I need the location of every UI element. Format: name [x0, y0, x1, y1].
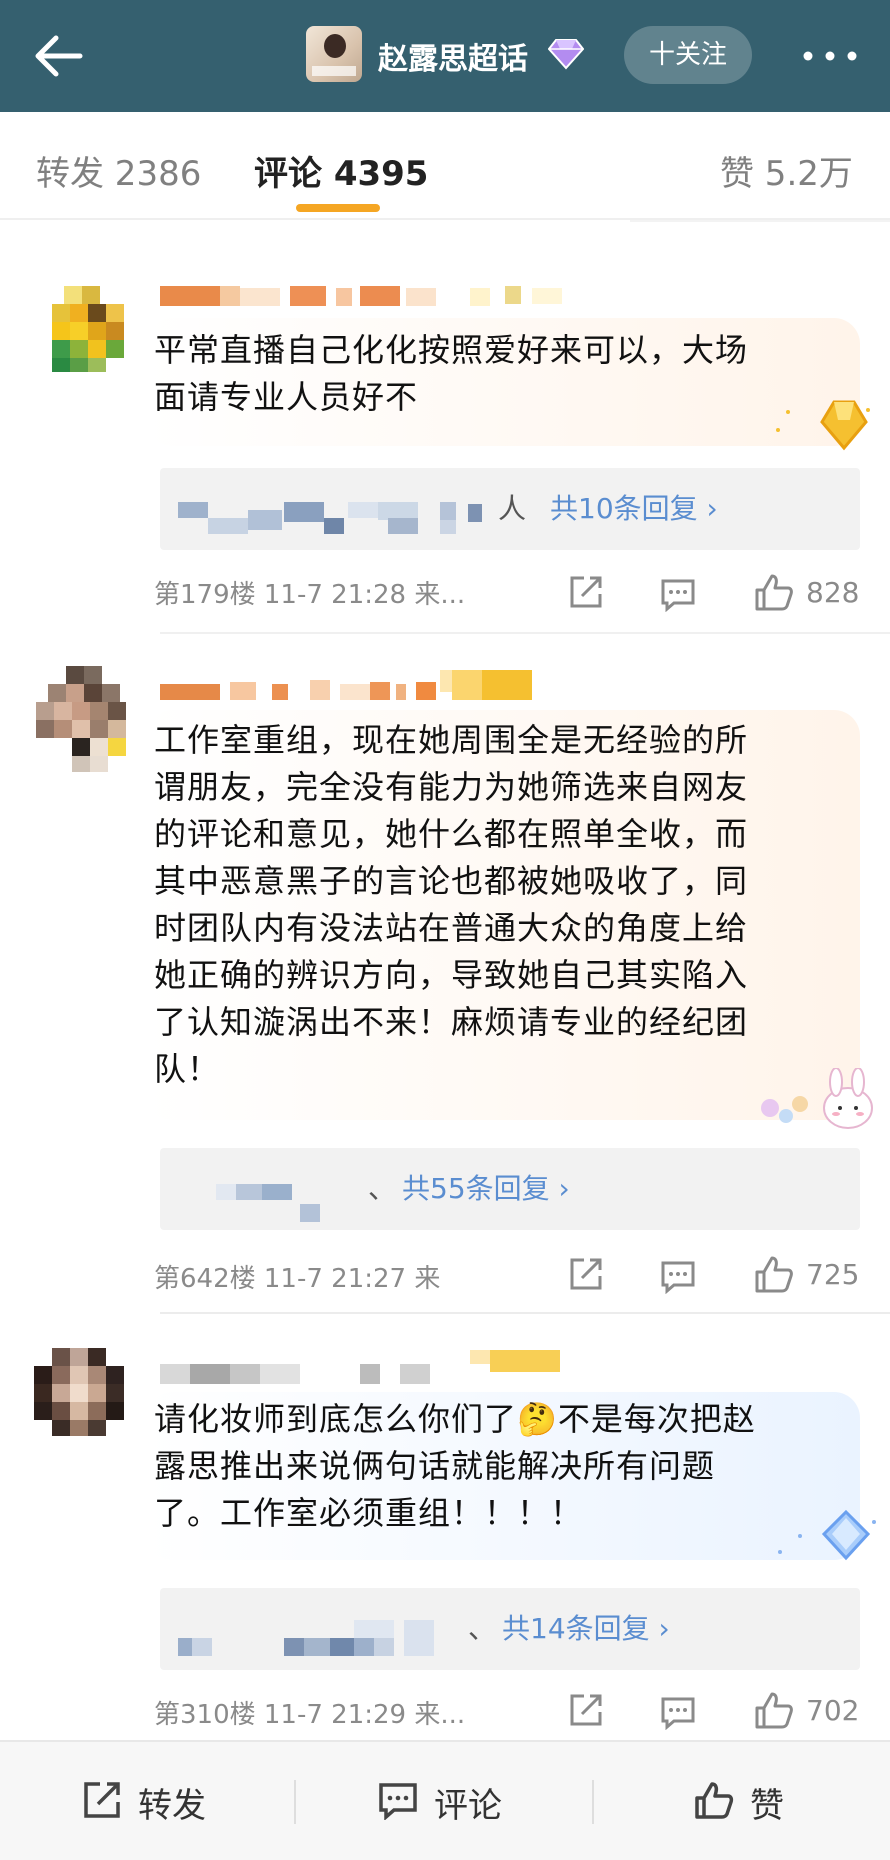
tab-likes[interactable]: 赞 5.2万	[720, 146, 853, 195]
like-icon[interactable]	[754, 572, 794, 612]
like-icon[interactable]	[694, 1780, 734, 1820]
repost-button[interactable]: 转发	[138, 1778, 206, 1827]
comment-button[interactable]: 评论	[434, 1778, 502, 1827]
bottom-action-bar: 转发 评论 赞	[0, 1740, 890, 1860]
repost-icon[interactable]	[82, 1780, 122, 1820]
follow-button[interactable]: 十关注	[624, 26, 752, 84]
username-blurred[interactable]	[160, 670, 532, 700]
repost-icon[interactable]	[568, 1256, 604, 1292]
repost-icon[interactable]	[568, 574, 604, 610]
comment-meta: 第310楼 11-7 21:29 来...	[154, 1700, 466, 1730]
top-bar: 赵露思超话 十关注	[0, 0, 890, 112]
bar-separator	[294, 1780, 296, 1824]
comment-icon[interactable]	[378, 1780, 418, 1820]
comment-text: 工作室重组，现在她周围全是无经验的所 谓朋友，完全没有能力为她筛选来自网友 的评论…	[154, 721, 749, 1088]
bunny-sticker-icon	[761, 1068, 873, 1129]
reply-prefix: 人	[498, 492, 527, 525]
like-count: 725	[806, 1258, 860, 1291]
comment-text: 请化妆师到底怎么你们了🤔不是每次把赵 露思推出来说俩句话就能解决所有问题 了。工作…	[154, 1400, 756, 1532]
like-icon[interactable]	[754, 1690, 794, 1730]
avatar[interactable]	[52, 286, 132, 372]
view-replies-link[interactable]: 共14条回复 ›	[502, 1588, 670, 1670]
reply-preview[interactable]: 、 共14条回复 ›	[160, 1588, 860, 1670]
supertopic-avatar[interactable]	[306, 26, 362, 82]
like-count: 828	[806, 576, 860, 609]
badge-gold-icon	[776, 400, 870, 451]
diamond-badge-icon	[548, 39, 584, 70]
username-blurred[interactable]	[160, 286, 576, 308]
comment-icon[interactable]	[660, 576, 696, 612]
comment-icon[interactable]	[660, 1694, 696, 1730]
reply-prefix: 、	[368, 1172, 397, 1205]
reply-prefix: 、	[468, 1612, 497, 1645]
comment-icon[interactable]	[660, 1258, 696, 1294]
back-arrow-icon[interactable]	[32, 30, 88, 82]
tab-comments[interactable]: 评论 4395	[254, 146, 428, 195]
view-replies-link[interactable]: 共10条回复 ›	[550, 468, 718, 550]
view-replies-link[interactable]: 共55条回复 ›	[402, 1148, 570, 1230]
username-blurred[interactable]	[160, 1350, 560, 1384]
avatar[interactable]	[34, 1348, 126, 1440]
comment-divider	[160, 1312, 890, 1314]
like-button[interactable]: 赞	[750, 1778, 784, 1827]
repost-icon[interactable]	[568, 1692, 604, 1728]
comment-divider	[160, 632, 890, 634]
avatar[interactable]	[36, 666, 126, 776]
badge-blue-diamond-icon	[778, 1509, 876, 1561]
comment-meta: 第179楼 11-7 21:28 来...	[154, 580, 466, 610]
like-icon[interactable]	[754, 1254, 794, 1294]
like-count: 702	[806, 1694, 860, 1727]
page-title: 赵露思超话	[378, 42, 528, 77]
active-tab-indicator	[296, 204, 380, 212]
bar-separator	[592, 1780, 594, 1824]
comment-meta: 第642楼 11-7 21:27 来	[154, 1264, 441, 1294]
reply-preview[interactable]: 、 共55条回复 ›	[160, 1148, 860, 1230]
reply-preview[interactable]: 人 共10条回复 ›	[160, 468, 860, 550]
tab-repost[interactable]: 转发 2386	[36, 146, 201, 195]
more-options-icon[interactable]	[798, 30, 862, 82]
comment-text: 平常直播自己化化按照爱好来可以，大场 面请专业人员好不	[154, 331, 749, 416]
